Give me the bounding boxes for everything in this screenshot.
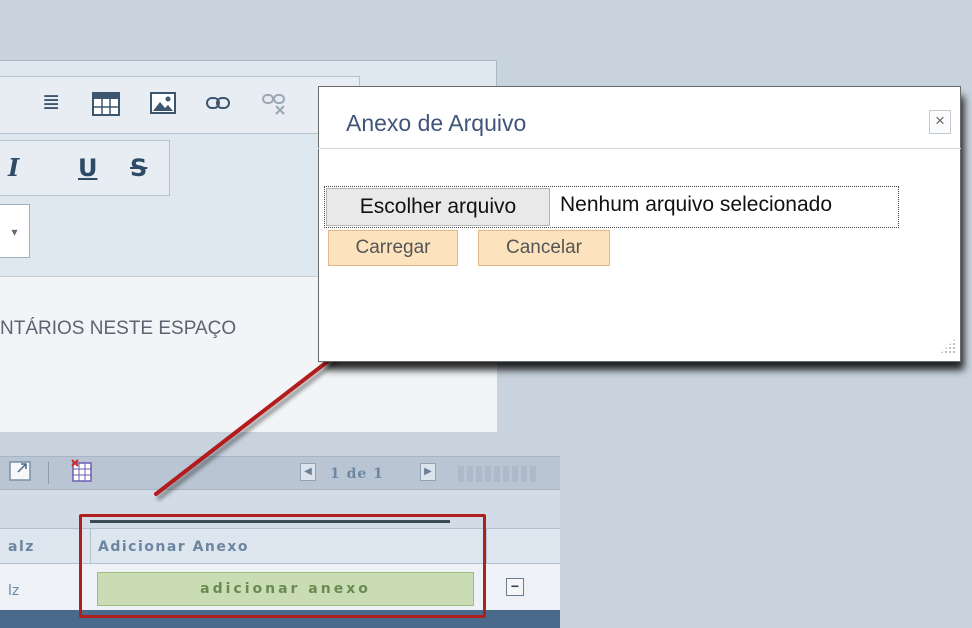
table-icon[interactable] xyxy=(92,92,120,116)
first-page-icon[interactable]: ◀ xyxy=(300,463,316,481)
close-icon[interactable]: × xyxy=(929,110,951,134)
dialog-title: Anexo de Arquivo xyxy=(346,110,527,136)
pager-extra xyxy=(458,466,538,482)
unlink-icon[interactable] xyxy=(262,92,288,116)
excel-icon[interactable] xyxy=(70,458,94,484)
link-icon[interactable] xyxy=(206,96,230,110)
grid-row-col1: lz xyxy=(8,583,20,599)
pager-text: 1 de 1 xyxy=(330,466,384,482)
image-icon[interactable] xyxy=(150,92,176,114)
grid-header-col1: alz xyxy=(8,539,35,555)
strikethrough-icon[interactable]: S xyxy=(130,156,147,180)
dialog-title-divider xyxy=(318,148,961,149)
italic-icon[interactable]: I xyxy=(8,156,19,180)
export-icon[interactable] xyxy=(8,458,36,484)
editor-content-text: NTÁRIOS NESTE ESPAÇO xyxy=(0,318,237,339)
collapse-button[interactable]: − xyxy=(506,578,524,596)
underline-icon[interactable]: U xyxy=(78,156,98,180)
file-status-text: Nenhum arquivo selecionado xyxy=(560,193,833,216)
choose-file-button[interactable]: Escolher arquivo xyxy=(326,188,550,226)
upload-button[interactable]: Carregar xyxy=(328,230,458,266)
annotation-highlight-box xyxy=(79,514,486,618)
pager-divider xyxy=(48,462,49,484)
last-page-icon[interactable]: ▶ xyxy=(420,463,436,481)
align-justify-icon[interactable]: ≣ xyxy=(42,92,60,114)
cancel-button[interactable]: Cancelar xyxy=(478,230,610,266)
font-select[interactable]: ▾ xyxy=(0,204,30,258)
